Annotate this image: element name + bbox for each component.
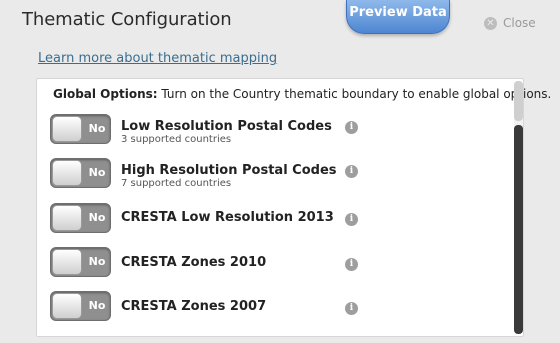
toggle-knob[interactable] — [52, 160, 82, 186]
toggle-state: No — [88, 166, 106, 179]
toggle-knob[interactable] — [52, 116, 82, 142]
close-label[interactable]: Close — [503, 16, 536, 30]
dialog-title: Thematic Configuration — [22, 9, 232, 30]
toggle-cresta-zones-2010[interactable]: No — [50, 247, 111, 277]
option-subtext: 3 supported countries — [121, 134, 232, 145]
global-options-label: Global Options: — [53, 87, 158, 101]
option-row-cresta-low-resolution-2013: No CRESTA Low Resolution 2013 i — [50, 203, 370, 237]
info-icon[interactable]: i — [345, 213, 358, 226]
option-label: CRESTA Zones 2007 — [121, 299, 267, 314]
close-icon[interactable]: ✕ — [484, 16, 497, 30]
option-row-cresta-zones-2010: No CRESTA Zones 2010 i — [50, 247, 370, 281]
option-label: CRESTA Low Resolution 2013 — [121, 210, 334, 225]
toggle-state: No — [88, 122, 106, 135]
info-icon[interactable]: i — [345, 121, 358, 134]
options-panel: Global Options: Turn on the Country them… — [36, 78, 551, 337]
toggle-cresta-zones-2007[interactable]: No — [50, 291, 111, 321]
scrollbar[interactable] — [514, 81, 523, 334]
global-options-note: Global Options: Turn on the Country them… — [53, 87, 551, 101]
thematic-configuration-dialog: Thematic Configuration Preview Data ✕ Cl… — [0, 0, 560, 343]
preview-data-button[interactable]: Preview Data — [346, 0, 450, 34]
learn-more-link[interactable]: Learn more about thematic mapping — [38, 51, 277, 66]
close-button[interactable]: ✕ Close — [484, 15, 536, 31]
option-row-high-resolution-postal-codes: No High Resolution Postal Codes 7 suppor… — [50, 158, 370, 192]
scrollbar-thumb[interactable] — [514, 125, 523, 334]
toggle-knob[interactable] — [52, 293, 82, 319]
toggle-high-resolution-postal-codes[interactable]: No — [50, 158, 111, 188]
info-icon[interactable]: i — [345, 165, 358, 178]
info-icon[interactable]: i — [345, 258, 358, 271]
toggle-cresta-low-resolution-2013[interactable]: No — [50, 203, 111, 233]
toggle-state: No — [88, 299, 106, 312]
option-row-cresta-zones-2007: No CRESTA Zones 2007 i — [50, 291, 370, 325]
info-icon[interactable]: i — [345, 302, 358, 315]
option-subtext: 7 supported countries — [121, 178, 232, 189]
toggle-low-resolution-postal-codes[interactable]: No — [50, 114, 111, 144]
toggle-knob[interactable] — [52, 249, 82, 275]
toggle-state: No — [88, 255, 106, 268]
option-label: Low Resolution Postal Codes — [121, 119, 332, 134]
scrollbar-track-top[interactable] — [514, 81, 523, 121]
option-label: High Resolution Postal Codes — [121, 163, 337, 178]
toggle-state: No — [88, 211, 106, 224]
option-label: CRESTA Zones 2010 — [121, 255, 267, 270]
option-row-low-resolution-postal-codes: No Low Resolution Postal Codes 3 support… — [50, 114, 370, 148]
toggle-knob[interactable] — [52, 205, 82, 231]
global-options-text: Turn on the Country thematic boundary to… — [157, 87, 552, 101]
